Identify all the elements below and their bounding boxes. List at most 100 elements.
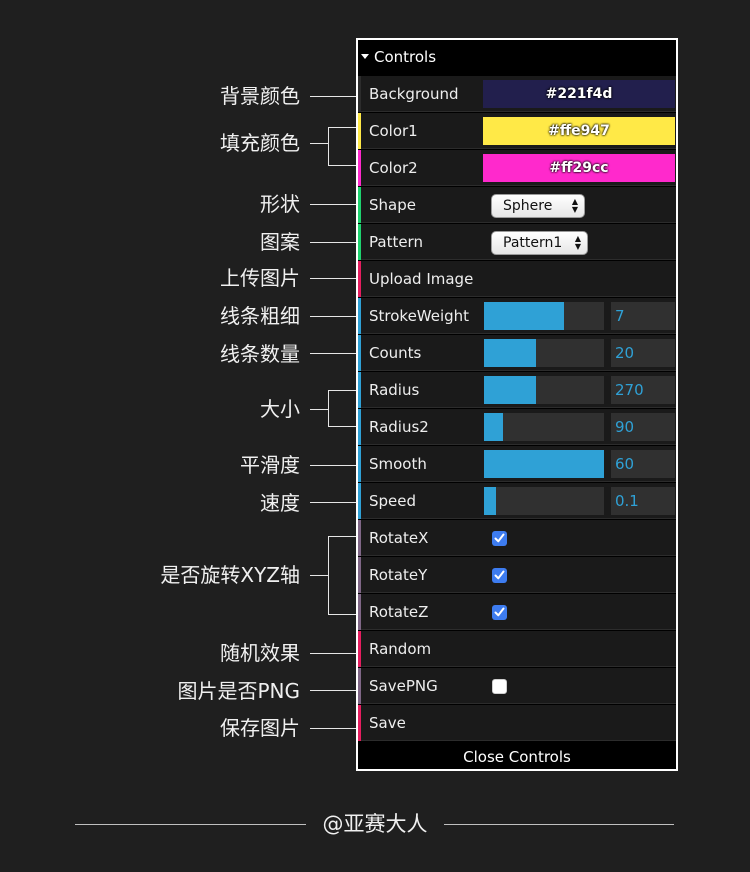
rotatez-checkbox[interactable] <box>492 605 507 620</box>
row-stripe <box>358 557 361 593</box>
control-row-upload-image[interactable]: Upload Image <box>358 261 676 297</box>
row-stripe <box>358 261 361 297</box>
pattern-select[interactable]: Pattern1 ▲ ▼ <box>491 231 588 255</box>
annotation-rotate-xyz: 是否旋转XYZ轴 <box>160 563 300 587</box>
row-stripe <box>358 409 361 445</box>
smooth-slider[interactable] <box>484 450 604 478</box>
connector-line <box>310 143 328 144</box>
control-row-counts: Counts 20 <box>358 335 676 371</box>
slider-fill <box>484 487 496 515</box>
slider-fill <box>484 376 536 404</box>
panel-title: Controls <box>374 48 437 66</box>
connector-line <box>310 690 356 691</box>
row-stripe <box>358 76 361 112</box>
connector-line <box>310 242 356 243</box>
control-row-color1: Color1 #ffe947 <box>358 113 676 149</box>
control-row-speed: Speed 0.1 <box>358 483 676 519</box>
row-label: Radius2 <box>369 418 429 436</box>
checkmark-icon <box>494 533 505 543</box>
annotation-speed: 速度 <box>260 491 300 515</box>
counts-slider[interactable] <box>484 339 604 367</box>
row-label: Speed <box>369 492 417 510</box>
strokeweight-input[interactable]: 7 <box>611 302 675 330</box>
bracket-line <box>328 536 329 615</box>
panel-header[interactable]: Controls <box>358 40 676 76</box>
annotation-shape: 形状 <box>260 192 300 216</box>
connector-line <box>310 353 356 354</box>
connector-line <box>310 278 356 279</box>
speed-input[interactable]: 0.1 <box>611 487 675 515</box>
color2-picker[interactable]: #ff29cc <box>483 154 675 182</box>
annotation-upload-image: 上传图片 <box>220 266 300 290</box>
row-stripe <box>358 483 361 519</box>
strokeweight-slider[interactable] <box>484 302 604 330</box>
control-row-rotatez: RotateZ <box>358 594 676 630</box>
control-row-strokeweight: StrokeWeight 7 <box>358 298 676 334</box>
control-row-radius: Radius 270 <box>358 372 676 408</box>
rotatey-checkbox[interactable] <box>492 568 507 583</box>
row-label: RotateZ <box>369 603 429 621</box>
radius2-input[interactable]: 90 <box>611 413 675 441</box>
row-stripe <box>358 224 361 260</box>
control-row-background: Background #221f4d <box>358 76 676 112</box>
row-label: SavePNG <box>369 677 438 695</box>
connector-line <box>310 204 356 205</box>
counts-input[interactable]: 20 <box>611 339 675 367</box>
upload-image-button[interactable]: Upload Image <box>369 270 473 288</box>
bracket-line <box>328 536 356 537</box>
random-button[interactable]: Random <box>369 640 431 658</box>
save-button[interactable]: Save <box>369 714 406 732</box>
color1-picker[interactable]: #ffe947 <box>483 117 675 145</box>
radius2-slider[interactable] <box>484 413 604 441</box>
control-row-save[interactable]: Save <box>358 705 676 741</box>
bracket-line <box>328 127 329 166</box>
footer-divider-left <box>75 824 306 825</box>
slider-fill <box>484 450 604 478</box>
rotatex-checkbox[interactable] <box>492 531 507 546</box>
radius-input[interactable]: 270 <box>611 376 675 404</box>
row-label: RotateY <box>369 566 428 584</box>
select-arrows-icon: ▲ ▼ <box>571 197 578 214</box>
checkmark-icon <box>494 607 505 617</box>
row-stripe <box>358 187 361 223</box>
connector-line <box>310 409 328 410</box>
background-color-picker[interactable]: #221f4d <box>483 80 675 108</box>
shape-select[interactable]: Sphere ▲ ▼ <box>491 194 585 218</box>
control-row-color2: Color2 #ff29cc <box>358 150 676 186</box>
row-label: RotateX <box>369 529 429 547</box>
collapse-caret-icon[interactable] <box>361 54 369 59</box>
bracket-line <box>328 426 356 427</box>
bracket-line <box>328 390 356 391</box>
control-row-smooth: Smooth 60 <box>358 446 676 482</box>
row-label: StrokeWeight <box>369 307 470 325</box>
row-stripe <box>358 150 361 186</box>
row-label: Pattern <box>369 233 423 251</box>
control-row-random[interactable]: Random <box>358 631 676 667</box>
footer-signature: @亚赛大人 <box>322 812 428 836</box>
row-stripe <box>358 520 361 556</box>
checkmark-icon <box>494 570 505 580</box>
row-stripe <box>358 113 361 149</box>
controls-panel: Controls Background #221f4d Color1 #ffe9… <box>356 38 678 771</box>
annotation-stroke-weight: 线条粗细 <box>220 304 300 328</box>
radius-slider[interactable] <box>484 376 604 404</box>
connector-line <box>310 728 356 729</box>
row-stripe <box>358 668 361 704</box>
row-stripe <box>358 335 361 371</box>
slider-fill <box>484 413 504 441</box>
row-stripe <box>358 298 361 334</box>
close-controls-button[interactable]: Close Controls <box>358 746 676 769</box>
smooth-input[interactable]: 60 <box>611 450 675 478</box>
bracket-line <box>328 127 356 128</box>
savepng-checkbox[interactable] <box>492 679 507 694</box>
annotation-size: 大小 <box>260 397 300 421</box>
annotation-pattern: 图案 <box>260 230 300 254</box>
row-label: Background <box>369 85 459 103</box>
connector-line <box>310 502 356 503</box>
control-row-rotatey: RotateY <box>358 557 676 593</box>
speed-slider[interactable] <box>484 487 604 515</box>
row-stripe <box>358 594 361 630</box>
annotation-smooth: 平滑度 <box>240 453 300 477</box>
shape-select-value: Sphere <box>503 198 553 214</box>
control-row-rotatex: RotateX <box>358 520 676 556</box>
